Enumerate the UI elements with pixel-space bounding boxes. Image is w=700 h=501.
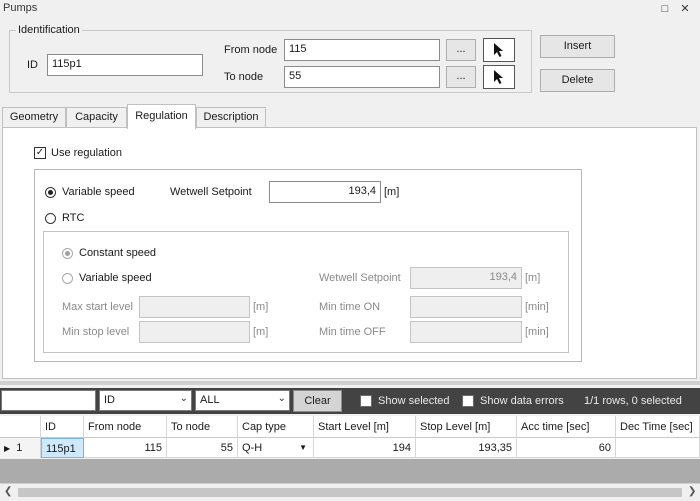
scroll-left-icon[interactable]: ❮ <box>4 486 12 497</box>
cell-acc-time[interactable]: 60 <box>517 438 616 458</box>
table-row[interactable]: ▶ 1 115p1 115 55 Q-H ▼ 194 193,35 60 <box>0 438 700 458</box>
identification-legend: Identification <box>16 24 82 36</box>
cursor-arrow-icon <box>494 43 503 57</box>
cell-dec-time[interactable] <box>616 438 700 458</box>
use-regulation-checkbox[interactable]: ✓ <box>34 147 46 159</box>
rtc-variable-speed-radio[interactable] <box>62 273 73 284</box>
min-stop-level-field[interactable] <box>139 321 250 343</box>
column-header-dec-time[interactable]: Dec Time [sec] <box>616 416 700 438</box>
to-node-browse-button[interactable]: ... <box>446 66 476 88</box>
tab-geometry[interactable]: Geometry <box>2 107 66 128</box>
row-number: 1 <box>16 442 23 454</box>
horizontal-scrollbar[interactable]: ❮ ❯ <box>0 483 700 501</box>
current-row-arrow-icon: ▶ <box>4 444 11 453</box>
variable-speed-label: Variable speed <box>62 186 135 198</box>
filter-field-select[interactable]: ID ⌄ <box>99 390 192 411</box>
to-node-label: To node <box>224 71 264 83</box>
tab-capacity[interactable]: Capacity <box>66 107 127 128</box>
constant-speed-label: Constant speed <box>79 247 157 259</box>
row-header[interactable]: ▶ 1 <box>0 438 41 458</box>
scroll-right-icon[interactable]: ❯ <box>688 486 696 497</box>
from-node-browse-button[interactable]: ... <box>446 39 476 61</box>
max-start-level-label: Max start level <box>62 301 133 313</box>
close-icon[interactable]: ✕ <box>677 1 693 17</box>
grid-empty-area <box>0 459 700 483</box>
cell-stop-level[interactable]: 193,35 <box>416 438 517 458</box>
grid-header: ID From node To node Cap type Start Leve… <box>0 416 700 438</box>
wetwell-setpoint-unit: [m] <box>384 186 400 198</box>
filter-search-input[interactable] <box>1 390 96 411</box>
chevron-down-icon: ⌄ <box>179 393 188 404</box>
from-node-label: From node <box>224 44 278 56</box>
rtc-wetwell-setpoint-field[interactable]: 193,4 <box>410 267 522 289</box>
to-node-field[interactable]: 55 <box>284 66 440 88</box>
row-header-corner <box>0 416 41 438</box>
min-stop-level-unit: [m] <box>253 326 269 338</box>
cell-id[interactable]: 115p1 <box>41 438 84 458</box>
min-stop-level-label: Min stop level <box>62 326 130 338</box>
max-start-level-unit: [m] <box>253 301 269 313</box>
dropdown-arrow-icon: ▼ <box>299 443 307 452</box>
rtc-variable-speed-label: Variable speed <box>79 272 152 284</box>
row-count-status: 1/1 rows, 0 selected <box>584 395 682 407</box>
column-header-acc-time[interactable]: Acc time [sec] <box>517 416 616 438</box>
max-start-level-field[interactable] <box>139 296 250 318</box>
cap-type-value: Q-H <box>242 442 263 454</box>
cell-start-level[interactable]: 194 <box>314 438 416 458</box>
delete-button[interactable]: Delete <box>540 69 615 92</box>
column-header-start-level[interactable]: Start Level [m] <box>314 416 416 438</box>
constant-speed-radio[interactable] <box>62 248 73 259</box>
min-time-off-unit: [min] <box>525 326 549 338</box>
cursor-arrow-icon <box>494 70 503 84</box>
id-field[interactable]: 115p1 <box>47 54 203 76</box>
cell-from-node[interactable]: 115 <box>84 438 167 458</box>
chevron-down-icon: ⌄ <box>277 393 286 404</box>
column-header-id[interactable]: ID <box>41 416 84 438</box>
column-header-from-node[interactable]: From node <box>84 416 167 438</box>
rtc-wetwell-setpoint-label: Wetwell Setpoint <box>319 272 401 284</box>
filter-scope-value: ALL <box>200 394 220 406</box>
min-time-off-label: Min time OFF <box>319 326 386 338</box>
from-node-pick-button[interactable] <box>483 38 515 62</box>
splitter[interactable] <box>0 381 700 385</box>
column-header-to-node[interactable]: To node <box>167 416 238 438</box>
min-time-on-field[interactable] <box>410 296 522 318</box>
tab-description[interactable]: Description <box>196 107 266 128</box>
window-title: Pumps <box>3 2 38 14</box>
regulation-panel: ✓ Use regulation Variable speed Wetwell … <box>2 127 697 379</box>
min-time-off-field[interactable] <box>410 321 522 343</box>
cell-cap-type[interactable]: Q-H ▼ <box>238 438 314 458</box>
show-selected-checkbox[interactable] <box>360 395 372 407</box>
cell-to-node[interactable]: 55 <box>167 438 238 458</box>
use-regulation-label: Use regulation <box>51 147 122 159</box>
wetwell-setpoint-field[interactable]: 193,4 <box>269 181 381 203</box>
clear-button[interactable]: Clear <box>293 390 342 412</box>
rtc-radio[interactable] <box>45 213 56 224</box>
insert-button[interactable]: Insert <box>540 35 615 58</box>
filter-bar: ID ⌄ ALL ⌄ Clear Show selected Show data… <box>0 388 700 414</box>
min-time-on-unit: [min] <box>525 301 549 313</box>
column-header-cap-type[interactable]: Cap type <box>238 416 314 438</box>
restore-icon[interactable]: □ <box>657 1 673 17</box>
variable-speed-radio[interactable] <box>45 187 56 198</box>
rtc-label: RTC <box>62 212 85 224</box>
wetwell-setpoint-label: Wetwell Setpoint <box>170 186 252 198</box>
column-header-stop-level[interactable]: Stop Level [m] <box>416 416 517 438</box>
show-data-errors-label: Show data errors <box>480 395 564 407</box>
tab-regulation[interactable]: Regulation <box>127 104 196 129</box>
from-node-field[interactable]: 115 <box>284 39 440 61</box>
show-selected-label: Show selected <box>378 395 450 407</box>
scrollbar-thumb[interactable] <box>18 488 682 497</box>
min-time-on-label: Min time ON <box>319 301 381 313</box>
show-data-errors-checkbox[interactable] <box>462 395 474 407</box>
filter-scope-select[interactable]: ALL ⌄ <box>195 390 290 411</box>
to-node-pick-button[interactable] <box>483 65 515 89</box>
rtc-wetwell-setpoint-unit: [m] <box>525 272 541 284</box>
id-label: ID <box>27 59 38 71</box>
filter-field-value: ID <box>104 394 115 406</box>
window-titlebar: Pumps □ ✕ <box>0 0 700 18</box>
